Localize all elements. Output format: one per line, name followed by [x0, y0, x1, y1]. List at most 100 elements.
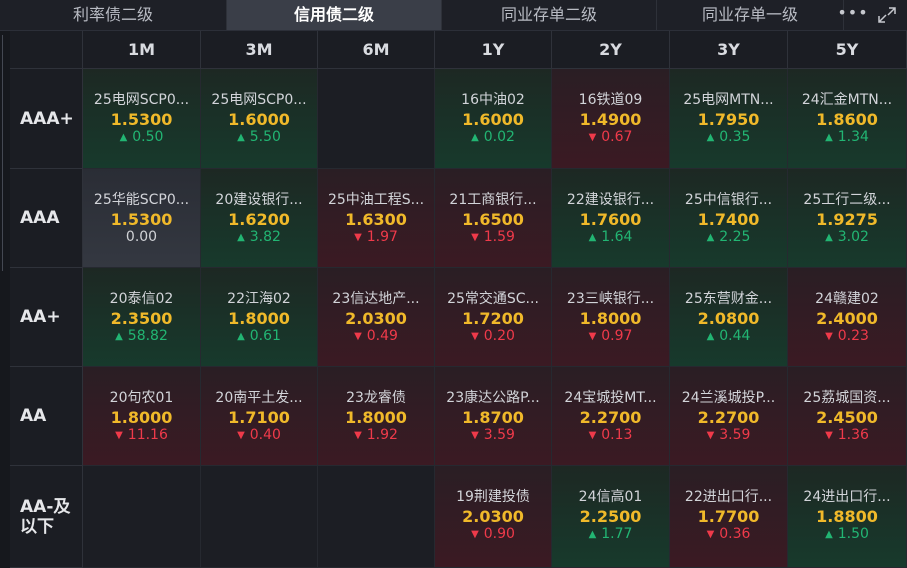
matrix-cell[interactable]: 24进出口行... 1.8800 ▲ 1.50: [788, 466, 907, 568]
matrix-cell[interactable]: 25中油工程S... 1.6300 ▼ 1.97: [318, 169, 435, 268]
bond-change: ▲ 5.50: [201, 129, 317, 145]
bond-change-value: 1.64: [601, 229, 633, 245]
matrix-cell[interactable]: 24信高01 2.2500 ▲ 1.77: [552, 466, 670, 568]
bond-change: ▲ 1.50: [788, 526, 906, 542]
matrix-cell[interactable]: 25中信银行... 1.7400 ▲ 2.25: [670, 169, 788, 268]
up-triangle-icon: ▲: [706, 331, 715, 342]
bond-name: 25常交通SC...: [447, 291, 539, 307]
bond-change-value: 1.97: [366, 229, 398, 245]
bond-change-value: 2.25: [719, 229, 751, 245]
bond-change: ▼ 0.97: [552, 328, 669, 344]
row-header-rating: AAA+: [10, 69, 83, 169]
row-header-label: AAA: [20, 208, 60, 228]
tab-ncd-secondary[interactable]: 同业存单二级: [442, 0, 657, 30]
bond-change-value: 0.00: [125, 229, 158, 245]
matrix-cell[interactable]: 22进出口行... 1.7700 ▼ 0.36: [670, 466, 788, 568]
tab-bar: 利率债二级 信用债二级 同业存单二级 同业存单一级 •••: [0, 0, 907, 31]
matrix-cell[interactable]: 24赣建02 2.4000 ▼ 0.23: [788, 268, 907, 367]
down-triangle-icon: ▼: [706, 430, 715, 441]
matrix-cell[interactable]: 16中油02 1.6000 ▲ 0.02: [435, 69, 552, 169]
tab-credit-secondary[interactable]: 信用债二级: [227, 0, 442, 30]
bond-change: ▼ 11.16: [83, 427, 200, 443]
matrix-cell[interactable]: 23信达地产... 2.0300 ▼ 0.49: [318, 268, 435, 367]
column-header-1m: 1M: [83, 31, 201, 69]
bond-change-value: 0.02: [483, 129, 515, 145]
down-triangle-icon: ▼: [471, 529, 479, 540]
bond-name: 25电网MTN...: [683, 92, 774, 108]
matrix-cell[interactable]: 20泰信02 2.3500 ▲ 58.82: [83, 268, 201, 367]
down-triangle-icon: ▼: [237, 430, 245, 441]
matrix-cell[interactable]: 25东营财金... 2.0800 ▲ 0.44: [670, 268, 788, 367]
more-dots-icon[interactable]: •••: [836, 0, 870, 30]
bond-change: ▲ 1.34: [788, 129, 906, 145]
bond-change-value: 11.16: [127, 427, 168, 443]
bond-name: 25工行二级...: [803, 192, 891, 208]
column-header-3y: 3Y: [670, 31, 788, 69]
bond-change: ▲ 0.02: [435, 129, 551, 145]
bond-name: 24进出口行...: [803, 489, 891, 505]
matrix-cell[interactable]: 21工商银行... 1.6500 ▼ 1.59: [435, 169, 552, 268]
column-header-5y: 5Y: [788, 31, 907, 69]
scroll-thumb[interactable]: [2, 35, 8, 271]
bond-change: 0.00: [83, 229, 200, 245]
matrix-cell[interactable]: 22江海02 1.8000 ▲ 0.61: [201, 268, 318, 367]
bond-yield: 1.6300: [345, 210, 407, 229]
up-triangle-icon: ▲: [588, 529, 597, 540]
bond-yield: 1.8600: [816, 110, 878, 129]
matrix-cell[interactable]: 23龙睿债 1.8000 ▼ 1.92: [318, 367, 435, 466]
matrix-cell[interactable]: 24汇金MTN... 1.8600 ▲ 1.34: [788, 69, 907, 169]
matrix-cell[interactable]: 25电网MTN... 1.7950 ▲ 0.35: [670, 69, 788, 169]
matrix-cell[interactable]: 20建设银行... 1.6200 ▲ 3.82: [201, 169, 318, 268]
bond-change: ▼ 0.40: [201, 427, 317, 443]
matrix-cell-empty: [318, 69, 435, 169]
matrix-cell[interactable]: 25荔城国资... 2.4500 ▼ 1.36: [788, 367, 907, 466]
matrix-cell[interactable]: 25常交通SC... 1.7200 ▼ 0.20: [435, 268, 552, 367]
row-header-label-line: 以下: [20, 516, 54, 537]
up-triangle-icon: ▲: [115, 331, 123, 342]
matrix-cell[interactable]: 22建设银行... 1.7600 ▲ 1.64: [552, 169, 670, 268]
matrix-cell[interactable]: 20句农01 1.8000 ▼ 11.16: [83, 367, 201, 466]
matrix-cell[interactable]: 24兰溪城投P... 2.2700 ▼ 3.59: [670, 367, 788, 466]
bond-change-value: 0.23: [837, 328, 869, 344]
row-header-label: AA: [20, 406, 47, 426]
matrix-cell[interactable]: 25工行二级... 1.9275 ▲ 3.02: [788, 169, 907, 268]
bond-name: 24信高01: [578, 489, 643, 505]
tab-ncd-primary[interactable]: 同业存单一级: [657, 0, 844, 30]
bond-yield: 1.7100: [228, 408, 290, 427]
up-triangle-icon: ▲: [706, 132, 715, 143]
bond-yield: 1.8700: [462, 408, 524, 427]
bond-name: 24汇金MTN...: [801, 92, 893, 108]
up-triangle-icon: ▲: [119, 132, 128, 143]
row-header-rating: AA-及 以下: [10, 466, 83, 568]
bond-yield: 1.9275: [816, 210, 878, 229]
row-header-rating: AA+: [10, 268, 83, 367]
bond-name: 25华能SCP0...: [93, 192, 190, 208]
bond-change: ▼ 1.97: [318, 229, 434, 245]
matrix-cell[interactable]: 25电网SCP0... 1.6000 ▲ 5.50: [201, 69, 318, 169]
bond-name: 19荆建投债: [456, 489, 530, 505]
bond-change-value: 1.50: [837, 526, 869, 542]
matrix-cell[interactable]: 25电网SCP0... 1.5300 ▲ 0.50: [83, 69, 201, 169]
matrix-cell[interactable]: 20南平土发... 1.7100 ▼ 0.40: [201, 367, 318, 466]
down-triangle-icon: ▼: [354, 331, 362, 342]
down-triangle-icon: ▼: [354, 232, 362, 243]
matrix-cell[interactable]: 16铁道09 1.4900 ▼ 0.67: [552, 69, 670, 169]
tab-rates-secondary[interactable]: 利率债二级: [0, 0, 227, 30]
matrix-cell-empty: [318, 466, 435, 568]
matrix-cell[interactable]: 19荆建投债 2.0300 ▼ 0.90: [435, 466, 552, 568]
matrix-cell[interactable]: 23康达公路P... 1.8700 ▼ 3.59: [435, 367, 552, 466]
bond-change: ▲ 0.44: [670, 328, 787, 344]
column-header-3m: 3M: [201, 31, 318, 69]
bond-yield: 1.5300: [110, 210, 173, 229]
bond-change-value: 0.50: [132, 129, 164, 145]
down-triangle-icon: ▼: [588, 331, 597, 342]
bond-name: 21工商银行...: [449, 192, 537, 208]
matrix-cell[interactable]: 25华能SCP0... 1.5300 0.00: [83, 169, 201, 268]
bond-change: ▼ 1.36: [788, 427, 906, 443]
matrix-cell[interactable]: 24宝城投MT... 2.2700 ▼ 0.13: [552, 367, 670, 466]
expand-icon[interactable]: [876, 5, 898, 25]
bond-change-value: 1.34: [837, 129, 869, 145]
matrix-cell[interactable]: 23三峡银行... 1.8000 ▼ 0.97: [552, 268, 670, 367]
bond-change: ▼ 3.59: [435, 427, 551, 443]
row-header-rating: AA: [10, 367, 83, 466]
